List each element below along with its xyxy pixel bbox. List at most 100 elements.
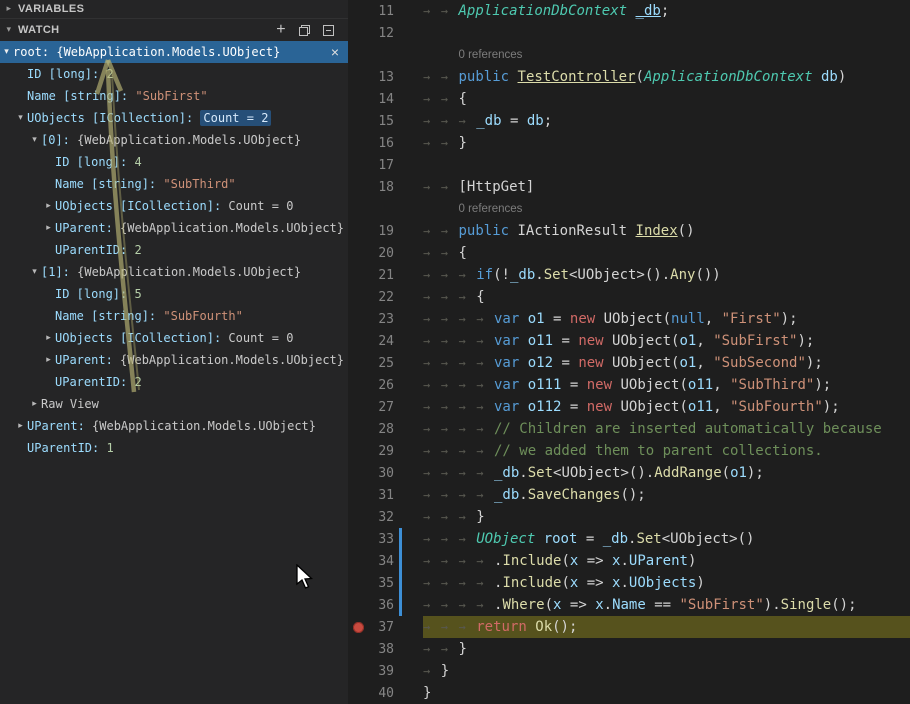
code-content[interactable]: → → →}	[423, 506, 910, 528]
code-content[interactable]: → → [HttpGet]	[423, 176, 910, 198]
watch-row[interactable]: ▸ UParent: {WebApplication.Models.UObject…	[0, 349, 348, 371]
code-content[interactable]: → →}	[423, 132, 910, 154]
breakpoint-icon[interactable]	[352, 621, 364, 633]
tab-whitespace-icon: →	[423, 488, 431, 502]
watch-row[interactable]: ▸ UParent: {WebApplication.Models.UObject…	[0, 217, 348, 239]
code-token: Set	[527, 465, 554, 481]
code-content[interactable]: →}	[423, 660, 910, 682]
watch-row[interactable]: Name [string]: "SubThird"	[0, 173, 348, 195]
watch-row[interactable]: Name [string]: "SubFourth"	[0, 305, 348, 327]
code-content[interactable]: → → → → // Children are inserted automatical…	[423, 418, 910, 440]
watch-row[interactable]: ▾ [1]: {WebApplication.Models.UObject}	[0, 261, 348, 283]
watch-row[interactable]: Name [string]: "SubFirst"	[0, 85, 348, 107]
codelens-label[interactable]: 0 references	[459, 203, 523, 215]
watch-section-header[interactable]: ▾ WATCH +	[0, 19, 348, 41]
code-content[interactable]	[423, 154, 910, 176]
code-content[interactable]: → → → → _db. Set <UObject>(). AddRange(o1);	[423, 462, 910, 484]
watch-text: {WebApplication.Models.UObject}	[77, 265, 302, 279]
code-token: ();	[831, 597, 857, 613]
variables-section-header[interactable]: ▸ VARIABLES	[0, 0, 348, 19]
tab-whitespace-icon: →	[458, 290, 466, 304]
twisty-down-icon[interactable]: ▾	[0, 47, 13, 57]
code-content[interactable]: → → public TestController(ApplicationDbCon…	[423, 66, 910, 88]
watch-row[interactable]: UParentID: 1	[0, 437, 348, 459]
add-expression-icon[interactable]: +	[276, 22, 286, 38]
twisty-right-icon[interactable]: ▸	[42, 201, 55, 211]
code-content[interactable]: → → → → var o12 = new UObject(o1, "SubSecond…	[423, 352, 910, 374]
code-line: 39 →}	[348, 660, 910, 682]
line-number: 39	[378, 663, 394, 679]
watch-row[interactable]: ▸ Raw View	[0, 393, 348, 415]
code-content[interactable]: → → → _db = db;	[423, 110, 910, 132]
tab-whitespace-icon: →	[423, 136, 431, 150]
twisty-down-icon[interactable]: ▾	[14, 113, 27, 123]
code-content[interactable]: }	[423, 682, 910, 704]
code-content[interactable]: → → → →. Where(x => x. Name == "SubFirst"). Si…	[423, 594, 910, 616]
code-content[interactable]: → → → {	[423, 286, 910, 308]
breakpoint-margin[interactable]	[348, 621, 368, 633]
watch-row[interactable]: UParentID: 2	[0, 371, 348, 393]
watch-row[interactable]: ID [long]: 4	[0, 151, 348, 173]
tab-whitespace-icon: →	[423, 510, 431, 524]
tab-whitespace-icon: →	[423, 642, 431, 656]
watch-row[interactable]: ID [long]: 5	[0, 283, 348, 305]
code-editor[interactable]: 11 → → ApplicationDbContext _db; 12 0 referen…	[348, 0, 910, 704]
code-content[interactable]: → →}	[423, 638, 910, 660]
code-content[interactable]: 0 references	[423, 198, 910, 220]
tab-whitespace-icon: →	[476, 598, 484, 612]
code-content[interactable]: → → → →. Include(x => x. UParent)	[423, 550, 910, 572]
modified-line-indicator	[399, 572, 402, 594]
code-line: 29 → → → → // we added them to parent collect…	[348, 440, 910, 462]
watch-row[interactable]: ▾ UObjects [ICollection]: Count = 2	[0, 107, 348, 129]
code-content[interactable]: → → → → _db. SaveChanges ();	[423, 484, 910, 506]
watch-row[interactable]: ID [long]: 2	[0, 63, 348, 85]
code-content[interactable]: → → public IActionResult Index()	[423, 220, 910, 242]
twisty-right-icon[interactable]: ▸	[42, 355, 55, 365]
code-token: (	[635, 69, 644, 85]
collapse-all-icon[interactable]	[323, 24, 334, 36]
watch-row[interactable]: ▸ UObjects [ICollection]: Count = 0	[0, 327, 348, 349]
watch-row[interactable]: UParentID: 2	[0, 239, 348, 261]
code-content[interactable]: → → → →. Include(x => x. UObjects)	[423, 572, 910, 594]
code-token: if	[476, 267, 494, 283]
code-token: ;	[660, 3, 670, 19]
watch-text: "SubFourth"	[163, 309, 243, 323]
tab-whitespace-icon: →	[458, 532, 466, 546]
code-token: Where	[502, 597, 545, 613]
code-content[interactable]: 0 references	[423, 44, 910, 66]
remove-watch-icon[interactable]: ×	[331, 44, 348, 60]
code-content[interactable]: → → {	[423, 242, 910, 264]
code-content[interactable]: → → → → // we added them to parent collectio…	[423, 440, 910, 462]
watch-row-selected[interactable]: ▾ root: {WebApplication.Models.UObject} ×	[0, 41, 348, 63]
twisty-right-icon[interactable]: ▸	[42, 333, 55, 343]
code-content[interactable]: → → → UObject root = _db. Set <UObject>()	[423, 528, 910, 550]
editor-gutter: 25	[348, 352, 423, 374]
code-content[interactable]: → → → if (! _db. Set <UObject>(). Any())	[423, 264, 910, 286]
twisty-down-icon[interactable]: ▾	[28, 267, 41, 277]
code-content[interactable]: → → → → var o112 = new UObject(o11, "SubFour…	[423, 396, 910, 418]
watch-row[interactable]: ▸ UParent: {WebApplication.Models.UObject…	[0, 415, 348, 437]
code-token: ;	[543, 113, 553, 129]
code-content[interactable]: → → → return Ok ();	[423, 616, 910, 638]
tab-whitespace-icon: →	[476, 422, 484, 436]
code-token: Index	[635, 223, 678, 239]
twisty-down-icon[interactable]: ▾	[28, 135, 41, 145]
watch-row[interactable]: ▸ UObjects [ICollection]: Count = 0	[0, 195, 348, 217]
watch-row[interactable]: ▾ [0]: {WebApplication.Models.UObject}	[0, 129, 348, 151]
code-token: x	[612, 553, 621, 569]
code-line: 40}	[348, 682, 910, 704]
code-content[interactable]: → → → → var o11 = new UObject(o1, "SubFirst"…	[423, 330, 910, 352]
code-content[interactable]: → → {	[423, 88, 910, 110]
code-content[interactable]: → → → → var o111 = new UObject(o11, "SubThir…	[423, 374, 910, 396]
tab-whitespace-icon: →	[458, 554, 466, 568]
twisty-right-icon[interactable]: ▸	[42, 223, 55, 233]
code-token: <UObject>().	[553, 465, 655, 481]
code-content[interactable]: → → → → var o1 = new UObject(null, "First");	[423, 308, 910, 330]
twisty-right-icon[interactable]: ▸	[14, 421, 27, 431]
copy-icon[interactable]	[299, 24, 310, 36]
watch-text: Raw View	[41, 397, 99, 411]
twisty-right-icon[interactable]: ▸	[28, 399, 41, 409]
code-content[interactable]: → → ApplicationDbContext _db;	[423, 0, 910, 22]
codelens-label[interactable]: 0 references	[459, 49, 523, 61]
code-content[interactable]	[423, 22, 910, 44]
